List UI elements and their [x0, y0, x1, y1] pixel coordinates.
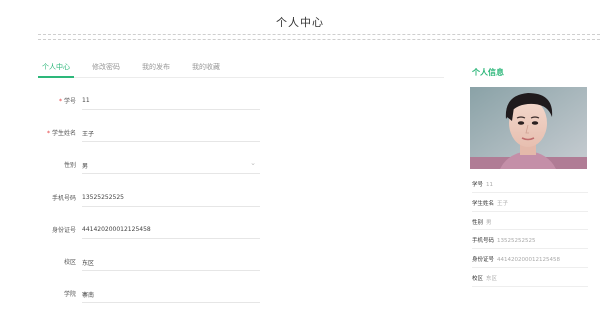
info-row-phone: 手机号码 13525252525 — [472, 230, 588, 250]
gender-label: 性别 — [63, 162, 76, 170]
college-label: 学院 — [63, 291, 76, 299]
student-id-input[interactable]: 11 — [82, 88, 260, 110]
avatar — [470, 87, 587, 169]
form-row-id-card: 身份证号 441420200012125458 — [38, 215, 268, 247]
info-row-student-name: 学生姓名 王子 — [472, 193, 588, 212]
campus-label: 校区 — [63, 258, 76, 266]
id-card-label: 身份证号 — [51, 226, 76, 234]
gender-select-value: 男 — [82, 163, 89, 171]
tab-my-posts[interactable]: 我的发布 — [138, 58, 174, 78]
title-divider — [38, 34, 600, 40]
tab-my-favorites[interactable]: 我的收藏 — [188, 58, 224, 78]
form-row-campus: 校区 东区 — [38, 247, 268, 279]
info-row-student-id: 学号 11 — [472, 174, 588, 193]
college-input[interactable]: 寨南 — [82, 281, 260, 304]
tab-personal-center[interactable]: 个人中心 — [38, 58, 74, 78]
personal-info-list: 学号 11 学生姓名 王子 性别男 手机号码 13525252525 身份证号 4414… — [472, 174, 588, 287]
phone-input[interactable]: 13525252525 — [82, 185, 260, 207]
avatar-photo — [470, 87, 587, 169]
form-row-college: 学院 寨南 — [38, 279, 268, 311]
required-mark: * — [46, 130, 50, 138]
tab-change-password[interactable]: 修改密码 — [88, 58, 124, 78]
chevron-down-icon: ⌄ — [250, 159, 256, 168]
info-row-gender: 性别男 — [472, 212, 588, 231]
phone-label: 手机号码 — [51, 194, 76, 202]
info-row-id-card: 身份证号 441420200012125458 — [472, 249, 588, 268]
form-row-gender: 性别 男 ⌄ — [38, 150, 268, 182]
form-row-student-name: * 学生姓名 王子 — [38, 118, 268, 150]
required-mark: * — [58, 98, 62, 105]
info-row-campus: 校区 东区 — [472, 268, 588, 287]
student-name-input[interactable]: 王子 — [82, 120, 260, 143]
campus-input[interactable]: 东区 — [82, 249, 260, 271]
page-title: 个人中心 — [276, 16, 324, 29]
student-name-label: * 学生姓名 — [46, 130, 76, 138]
form-row-phone: 手机号码 13525252525 — [38, 183, 268, 215]
tab-bar: 个人中心 修改密码 我的发布 我的收藏 — [38, 58, 444, 78]
form-row-student-id: * 学号 11 — [38, 86, 268, 118]
student-id-label: * 学号 — [58, 98, 76, 105]
gender-select[interactable]: 男 ⌄ — [82, 152, 260, 175]
personal-info-title: 个人信息 — [472, 68, 504, 77]
profile-form: * 学号 11 * 学生姓名 王子 性别 男 ⌄ 手机号码 13525252525 … — [38, 86, 268, 311]
id-card-input[interactable]: 441420200012125458 — [82, 217, 260, 239]
